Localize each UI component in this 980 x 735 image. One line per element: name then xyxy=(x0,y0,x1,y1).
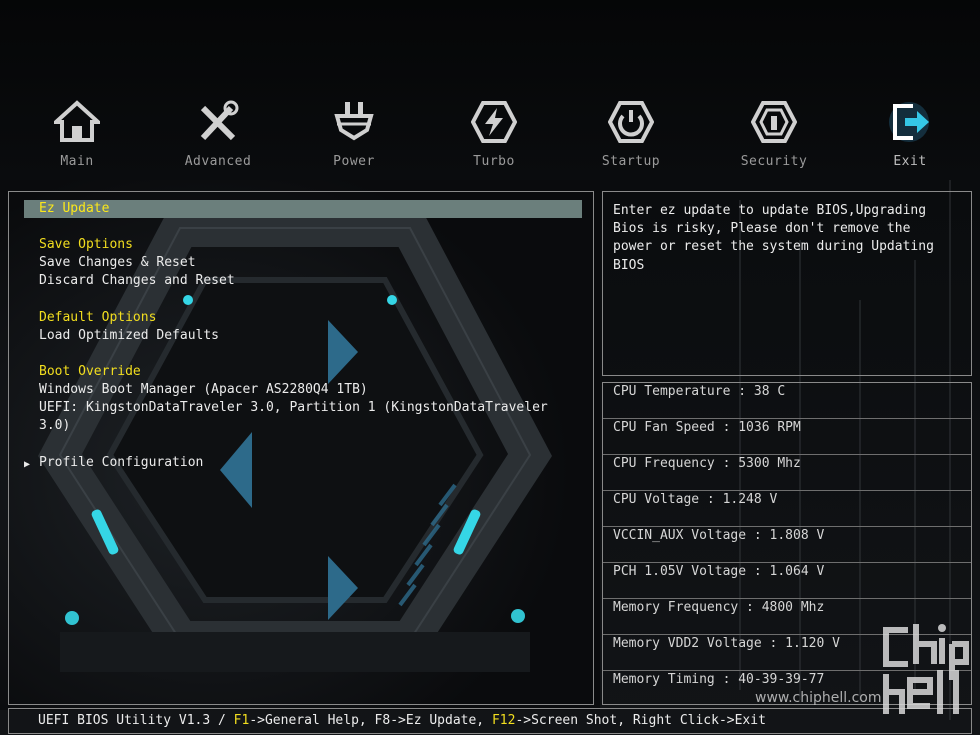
status-vccin-aux-voltage: VCCIN_AUX Voltage : 1.808 V xyxy=(603,527,971,563)
tab-advanced-label: Advanced xyxy=(184,154,252,169)
footer-f1-text: ->General Help, F8->Ez Update, xyxy=(249,713,492,728)
help-text: Enter ez update to update BIOS,Upgrading… xyxy=(613,203,934,273)
tab-advanced[interactable]: Advanced xyxy=(163,96,273,169)
status-cpu-fan-speed: CPU Fan Speed : 1036 RPM xyxy=(603,419,971,455)
footer-f12-text: ->Screen Shot, Right Click->Exit xyxy=(515,713,766,728)
footer-help-bar: UEFI BIOS Utility V1.3 / F1->General Hel… xyxy=(8,708,972,734)
tab-power[interactable]: Power xyxy=(299,96,409,169)
load-optimized-defaults-item[interactable]: Load Optimized Defaults xyxy=(39,327,219,345)
save-changes-reset-item[interactable]: Save Changes & Reset xyxy=(39,254,196,272)
tab-exit[interactable]: Exit xyxy=(855,96,965,169)
tab-exit-label: Exit xyxy=(893,154,927,169)
tab-power-label: Power xyxy=(333,154,375,169)
tab-main-label: Main xyxy=(60,154,94,169)
tab-main[interactable]: Main xyxy=(22,96,132,169)
watermark-url: www.chiphell.com xyxy=(755,690,882,706)
footer-f1-key: F1 xyxy=(233,713,250,728)
tab-startup-label: Startup xyxy=(601,154,661,169)
power-plug-icon xyxy=(334,102,374,141)
boot-windows-boot-manager[interactable]: Windows Boot Manager (Apacer AS2280Q4 1T… xyxy=(39,381,368,399)
home-icon xyxy=(54,100,100,142)
tab-security[interactable]: Security xyxy=(719,96,829,169)
section-default-options: Default Options xyxy=(39,310,157,325)
status-cpu-temperature: CPU Temperature : 38 C xyxy=(603,383,971,419)
shield-icon xyxy=(751,101,797,143)
power-button-icon xyxy=(608,101,654,143)
tools-icon xyxy=(200,100,239,141)
top-nav: Main Advanced Power Turbo Startup Securi… xyxy=(0,96,980,180)
menu-panel: Ez Update Save Options Save Changes & Re… xyxy=(8,191,594,705)
tab-turbo[interactable]: Turbo xyxy=(439,96,549,169)
boot-uefi-kingston-cont[interactable]: 3.0) xyxy=(39,417,70,435)
ez-update-item[interactable]: Ez Update xyxy=(24,200,582,219)
status-cpu-voltage: CPU Voltage : 1.248 V xyxy=(603,491,971,527)
tab-security-label: Security xyxy=(740,154,808,169)
section-save-options: Save Options xyxy=(39,237,133,252)
profile-configuration-item[interactable]: Profile Configuration xyxy=(39,454,203,472)
lightning-icon xyxy=(471,101,517,143)
status-pch-voltage: PCH 1.05V Voltage : 1.064 V xyxy=(603,563,971,599)
chiphell-logo xyxy=(883,624,969,714)
status-cpu-frequency: CPU Frequency : 5300 Mhz xyxy=(603,455,971,491)
discard-changes-reset-item[interactable]: Discard Changes and Reset xyxy=(39,272,235,290)
tab-turbo-label: Turbo xyxy=(473,154,515,169)
section-boot-override: Boot Override xyxy=(39,364,141,379)
footer-prefix: UEFI BIOS Utility V1.3 / xyxy=(38,713,234,728)
help-panel: Enter ez update to update BIOS,Upgrading… xyxy=(602,191,972,376)
tab-startup[interactable]: Startup xyxy=(576,96,686,169)
boot-uefi-kingston[interactable]: UEFI: KingstonDataTraveler 3.0, Partitio… xyxy=(39,399,548,417)
submenu-arrow-icon: ▶ xyxy=(24,459,31,470)
footer-f12-key: F12 xyxy=(491,713,516,728)
exit-icon xyxy=(889,102,929,142)
